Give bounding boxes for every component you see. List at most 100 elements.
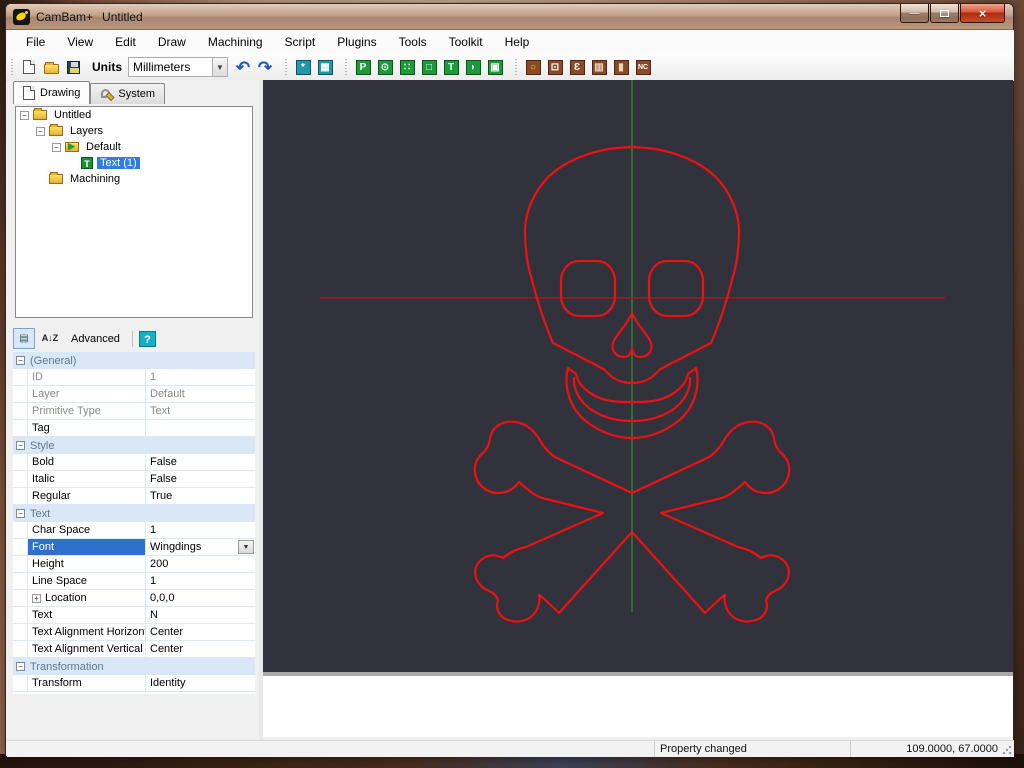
property-value[interactable]: Default (150, 388, 185, 400)
help-button[interactable]: ? (139, 331, 156, 347)
property-row-char-space[interactable]: Char Space1 (13, 522, 255, 539)
category-row-transformation[interactable]: −Transformation (13, 658, 255, 675)
tree-item-label[interactable]: Text (1) (97, 157, 140, 169)
lathe-toolpath-button[interactable]: ▮ (610, 56, 632, 78)
tree-item-label[interactable]: Default (83, 141, 124, 153)
engrave-toolpath-button[interactable]: Ɛ (566, 56, 588, 78)
property-row-layer[interactable]: LayerDefault (13, 386, 255, 403)
property-row-primitive-type[interactable]: Primitive TypeText (13, 403, 255, 420)
snap-points-button[interactable]: * (292, 56, 314, 78)
redo-button[interactable]: ↷ (254, 56, 276, 78)
property-value[interactable]: Identity (150, 677, 185, 689)
resize-grip[interactable] (1002, 745, 1012, 755)
drill-toolpath-button[interactable]: ▥ (588, 56, 610, 78)
tree-item-label[interactable]: Machining (67, 173, 123, 185)
property-value[interactable]: Text (150, 405, 170, 417)
open-file-button[interactable] (40, 56, 62, 78)
toolbar-grip[interactable] (284, 59, 289, 75)
text-tool-button[interactable]: T (440, 56, 462, 78)
tree-item-text-1-[interactable]: TText (1) (16, 155, 252, 171)
new-file-button[interactable] (18, 56, 40, 78)
circle-button[interactable]: ⊙ (374, 56, 396, 78)
menu-item-edit[interactable]: Edit (104, 32, 147, 52)
menu-item-file[interactable]: File (15, 32, 56, 52)
property-row-italic[interactable]: ItalicFalse (13, 471, 255, 488)
property-row-regular[interactable]: RegularTrue (13, 488, 255, 505)
property-value[interactable]: 200 (150, 558, 168, 570)
property-value[interactable]: Center (150, 626, 183, 638)
tree-item-layers[interactable]: − Layers (16, 123, 252, 139)
property-value[interactable]: False (150, 456, 177, 468)
property-row-id[interactable]: ID1 (13, 369, 255, 386)
grid-button[interactable]: ▦ (314, 56, 336, 78)
title-bar[interactable]: CamBam+ Untitled — × (6, 4, 1013, 30)
close-button[interactable]: × (960, 4, 1005, 23)
font-dropdown-button[interactable]: ▼ (238, 540, 254, 554)
menu-item-plugins[interactable]: Plugins (326, 32, 387, 52)
pocket-toolpath-button[interactable]: ⊡ (544, 56, 566, 78)
units-dropdown-button[interactable]: ▼ (212, 58, 227, 76)
toolbar-grip[interactable] (344, 59, 349, 75)
property-row-line-space[interactable]: Line Space1 (13, 573, 255, 590)
category-row--general-[interactable]: −(General) (13, 352, 255, 369)
collapse-icon[interactable]: − (16, 662, 25, 671)
property-value[interactable]: 0,0,0 (150, 592, 174, 604)
property-value[interactable]: False (150, 473, 177, 485)
profile-toolpath-button[interactable]: ○ (522, 56, 544, 78)
menu-item-view[interactable]: View (56, 32, 104, 52)
surface-button[interactable]: ▣ (484, 56, 506, 78)
menu-item-help[interactable]: Help (494, 32, 541, 52)
property-row-height[interactable]: Height200 (13, 556, 255, 573)
rectangle-button[interactable]: □ (418, 56, 440, 78)
collapse-icon[interactable]: − (16, 509, 25, 518)
collapse-icon[interactable]: − (16, 441, 25, 450)
tree-item-machining[interactable]: Machining (16, 171, 252, 187)
property-row-text-alignment-horizontal[interactable]: Text Alignment HorizontalCenter (13, 624, 255, 641)
collapse-icon[interactable]: − (16, 356, 25, 365)
menu-item-draw[interactable]: Draw (147, 32, 197, 52)
category-row-style[interactable]: −Style (13, 437, 255, 454)
property-row-text[interactable]: TextN (13, 607, 255, 624)
tree-item-default[interactable]: − Default (16, 139, 252, 155)
arc-button[interactable]: ◗ (462, 56, 484, 78)
property-value[interactable]: Center (150, 643, 183, 655)
expand-icon[interactable]: + (32, 594, 41, 603)
tree-item-label[interactable]: Layers (67, 125, 106, 137)
tree-item-untitled[interactable]: − Untitled (16, 107, 252, 123)
advanced-button[interactable]: Advanced (65, 330, 126, 348)
property-row-text-alignment-vertical[interactable]: Text Alignment VerticalCenter (13, 641, 255, 658)
save-file-button[interactable] (62, 56, 84, 78)
nc-file-button[interactable]: NC (632, 56, 654, 78)
property-value[interactable]: 1 (150, 575, 156, 587)
toolbar-grip[interactable] (514, 59, 519, 75)
tree-expander-icon[interactable]: − (52, 143, 61, 152)
category-row-text[interactable]: −Text (13, 505, 255, 522)
maximize-button[interactable] (930, 4, 959, 23)
minimize-button[interactable]: — (900, 4, 929, 23)
property-row-transform[interactable]: TransformIdentity (13, 675, 255, 692)
property-row-font[interactable]: FontWingdings▼ (13, 539, 255, 556)
property-row-bold[interactable]: BoldFalse (13, 454, 255, 471)
point-list-button[interactable]: ∷ (396, 56, 418, 78)
polyline-button[interactable]: P (352, 56, 374, 78)
property-value[interactable]: 1 (150, 371, 156, 383)
menu-item-tools[interactable]: Tools (388, 32, 438, 52)
menu-item-script[interactable]: Script (274, 32, 327, 52)
drawing-canvas[interactable] (263, 80, 1013, 672)
tab-system[interactable]: System (90, 83, 165, 104)
undo-button[interactable]: ↶ (232, 56, 254, 78)
toolbar-grip[interactable] (10, 59, 15, 75)
tree-item-label[interactable]: Untitled (51, 109, 94, 121)
property-value[interactable]: 1 (150, 524, 156, 536)
menu-item-machining[interactable]: Machining (197, 32, 274, 52)
property-value[interactable]: Wingdings (150, 541, 201, 553)
tree-expander-icon[interactable]: − (20, 111, 29, 120)
alphabetical-sort-button[interactable]: A↓Z (39, 328, 61, 349)
menu-item-toolkit[interactable]: Toolkit (438, 32, 494, 52)
units-combobox[interactable]: Millimeters ▼ (128, 57, 228, 77)
tree-expander-icon[interactable]: − (36, 127, 45, 136)
property-row-tag[interactable]: Tag (13, 420, 255, 437)
categorized-view-button[interactable]: ▤ (13, 328, 35, 349)
property-value[interactable]: N (150, 609, 158, 621)
tab-drawing[interactable]: Drawing (13, 81, 90, 104)
